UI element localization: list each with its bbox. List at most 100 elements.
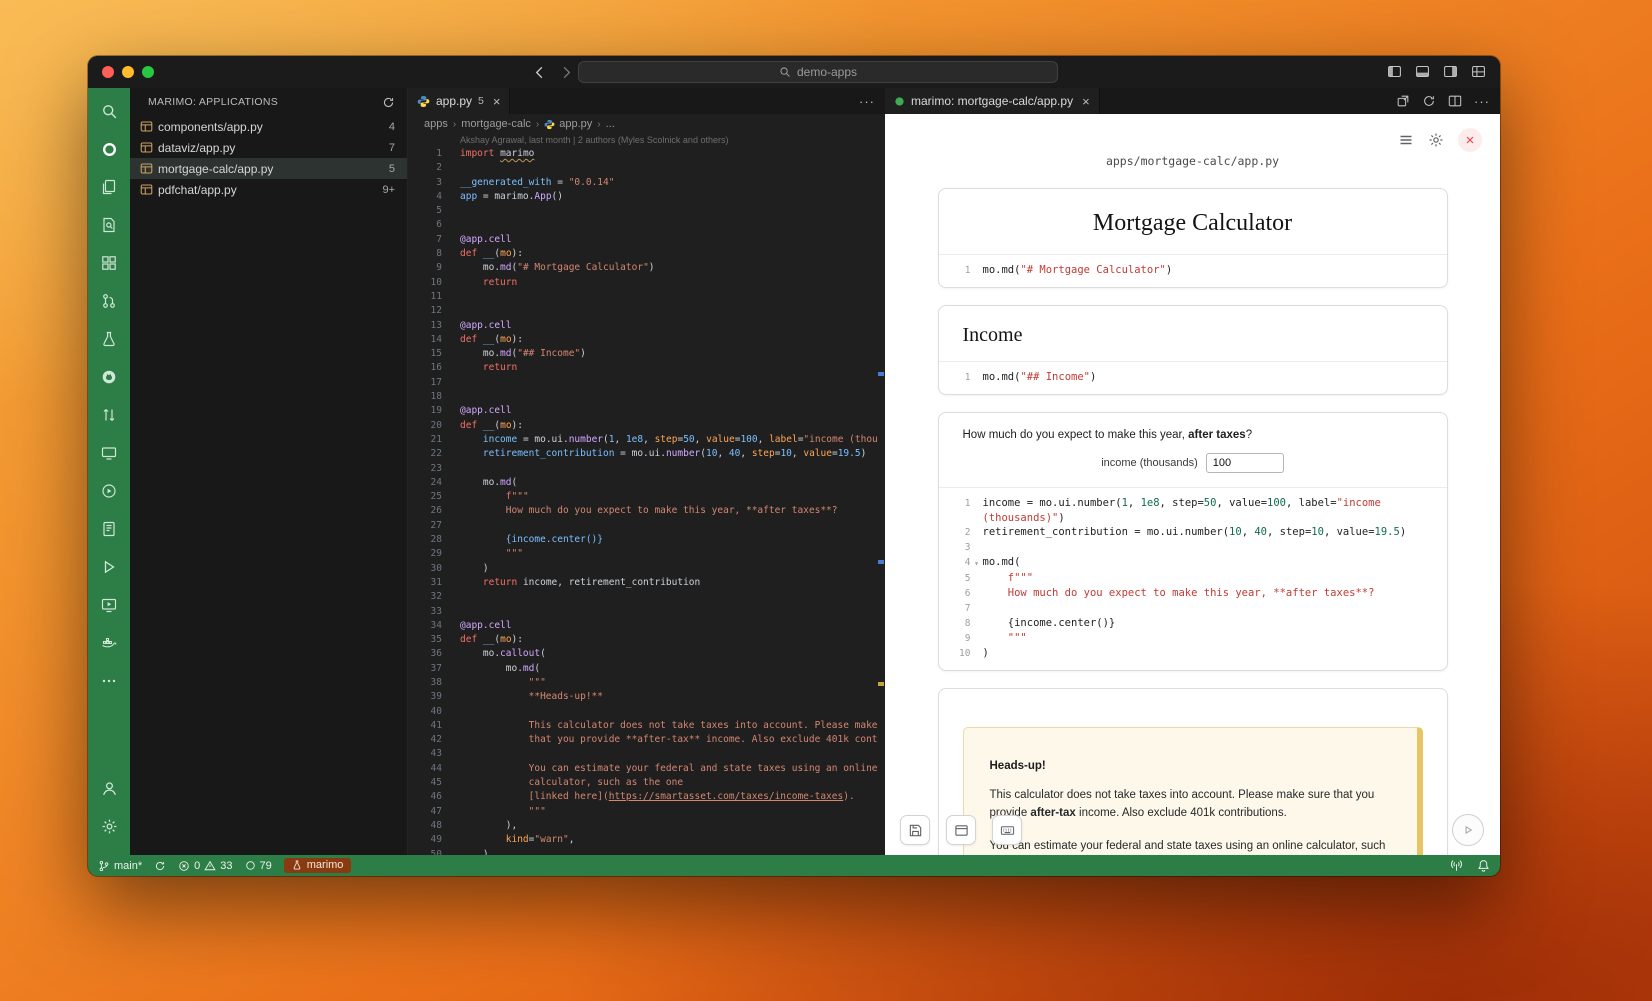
more-actions-icon[interactable]: ···: [1474, 94, 1490, 109]
app-settings-gear-icon[interactable]: [1428, 132, 1444, 148]
reload-icon[interactable]: [1422, 94, 1436, 108]
remote-explorer-icon[interactable]: [88, 434, 130, 472]
broadcast-icon[interactable]: [1450, 859, 1463, 872]
line-content: [linked here](https://smartasset.com/tax…: [442, 790, 855, 804]
line-content: [442, 605, 460, 619]
keyboard-shortcuts-button[interactable]: [992, 815, 1022, 845]
more-actions-icon[interactable]: ···: [859, 94, 875, 109]
notebook-icon[interactable]: [88, 510, 130, 548]
breadcrumb-item[interactable]: ...: [606, 118, 615, 130]
line-number: 6: [408, 218, 442, 232]
line-number: 1: [951, 496, 971, 511]
tab-label: marimo: mortgage-calc/app.py: [911, 94, 1073, 108]
sidebar-item-components/app.py[interactable]: components/app.py4: [130, 116, 407, 137]
open-in-browser-button[interactable]: [946, 815, 976, 845]
close-tab-icon[interactable]: ×: [1082, 95, 1090, 108]
command-center-search[interactable]: demo-apps: [578, 61, 1058, 83]
save-button[interactable]: [900, 815, 930, 845]
line-number: 7: [408, 233, 442, 247]
overview-ruler[interactable]: [877, 134, 885, 855]
live-preview-icon[interactable]: [88, 586, 130, 624]
line-content: [442, 161, 460, 175]
line-content: income = mo.ui.number(1, 1e8, step=50, v…: [983, 496, 1381, 511]
more-views-icon[interactable]: [88, 662, 130, 700]
pull-request-icon[interactable]: [88, 282, 130, 320]
marimo-extension-status[interactable]: marimo: [284, 858, 352, 873]
income-input[interactable]: [1206, 453, 1284, 473]
tab-app-py[interactable]: app.py 5 ×: [408, 88, 510, 114]
line-number: 24: [408, 476, 442, 490]
warning-callout: Heads-up! This calculator does not take …: [963, 727, 1423, 855]
preview-code-line: 10): [951, 646, 1435, 661]
code-line: 34@app.cell: [408, 619, 885, 633]
customize-layout-icon[interactable]: [1471, 64, 1486, 79]
account-icon[interactable]: [88, 769, 130, 807]
notifications-bell-icon[interactable]: [1477, 859, 1490, 872]
breadcrumb-item[interactable]: app.py: [544, 118, 592, 130]
shutdown-app-icon[interactable]: [1458, 128, 1482, 152]
github-icon[interactable]: [88, 358, 130, 396]
marimo-extension-icon[interactable]: [88, 130, 130, 168]
docker-icon[interactable]: [88, 624, 130, 662]
fold-chevron-icon: [971, 540, 983, 555]
code-line: 22 retirement_contribution = mo.ui.numbe…: [408, 447, 885, 461]
line-number: 27: [408, 519, 442, 533]
line-number: 17: [408, 376, 442, 390]
git-blame-annotation: Akshay Agrawal, last month | 2 authors (…: [408, 134, 885, 147]
tab-marimo-preview[interactable]: marimo: mortgage-calc/app.py ×: [885, 88, 1100, 114]
test-beaker-icon[interactable]: [88, 320, 130, 358]
port-count: 79: [260, 860, 272, 872]
code-line: 29 """: [408, 547, 885, 561]
line-content: **Heads-up!**: [442, 690, 603, 704]
run-app-button[interactable]: [1452, 814, 1484, 846]
minimize-window-button[interactable]: [122, 66, 134, 78]
breadcrumb-item[interactable]: apps: [424, 118, 448, 130]
extensions-icon[interactable]: [88, 244, 130, 282]
line-content: @app.cell: [442, 619, 511, 633]
file-search-icon[interactable]: [88, 206, 130, 244]
search-icon[interactable]: [88, 92, 130, 130]
cell1-code[interactable]: 1mo.md("# Mortgage Calculator"): [939, 255, 1447, 287]
toggle-sidebar-icon[interactable]: [1387, 64, 1402, 79]
line-content: that you provide **after-tax** income. A…: [442, 733, 878, 747]
menu-icon[interactable]: [1398, 132, 1414, 148]
sidebar-item-dataviz/app.py[interactable]: dataviz/app.py7: [130, 137, 407, 158]
files-icon[interactable]: [88, 168, 130, 206]
cell2-code[interactable]: 1mo.md("## Income"): [939, 362, 1447, 394]
line-content: mo.md("# Mortgage Calculator"): [442, 261, 655, 275]
code-line: 1import marimo: [408, 147, 885, 161]
fold-chevron-icon: [971, 263, 983, 278]
line-content: ): [442, 848, 489, 855]
refresh-icon[interactable]: [382, 96, 395, 109]
zoom-window-button[interactable]: [142, 66, 154, 78]
cell3-code[interactable]: 1 income = mo.ui.number(1, 1e8, step=50, …: [939, 488, 1447, 670]
line-content: @app.cell: [442, 319, 511, 333]
problems-status[interactable]: 0 33: [178, 860, 232, 872]
breadcrumb-item[interactable]: mortgage-calc: [461, 118, 531, 130]
sidebar-item-pdfchat/app.py[interactable]: pdfchat/app.py9+: [130, 179, 407, 200]
toggle-panel-icon[interactable]: [1415, 64, 1430, 79]
close-window-button[interactable]: [102, 66, 114, 78]
open-external-icon[interactable]: [1396, 94, 1410, 108]
back-icon[interactable]: [532, 65, 547, 80]
port-status[interactable]: 79: [245, 860, 272, 872]
error-count: 0: [194, 860, 200, 872]
sidebar-item-mortgage-calc/app.py[interactable]: mortgage-calc/app.py5: [130, 158, 407, 179]
line-number: 1: [951, 370, 971, 385]
file-name: components/app.py: [158, 120, 263, 134]
settings-gear-icon[interactable]: [88, 807, 130, 845]
close-tab-icon[interactable]: ×: [493, 95, 501, 108]
sync-changes-status[interactable]: [154, 860, 166, 872]
run-debug-icon[interactable]: [88, 548, 130, 586]
split-editor-icon[interactable]: [1448, 94, 1462, 108]
run-circle-icon[interactable]: [88, 472, 130, 510]
toggle-secondary-sidebar-icon[interactable]: [1443, 64, 1458, 79]
line-content: {income.center()}: [442, 533, 603, 547]
code-editor[interactable]: Akshay Agrawal, last month | 2 authors (…: [408, 134, 885, 855]
compare-changes-icon[interactable]: [88, 396, 130, 434]
forward-icon[interactable]: [559, 65, 574, 80]
fold-chevron-icon[interactable]: ▾: [971, 555, 983, 571]
line-number: 41: [408, 719, 442, 733]
git-branch-status[interactable]: main*: [98, 860, 142, 872]
code-line: 13@app.cell: [408, 319, 885, 333]
